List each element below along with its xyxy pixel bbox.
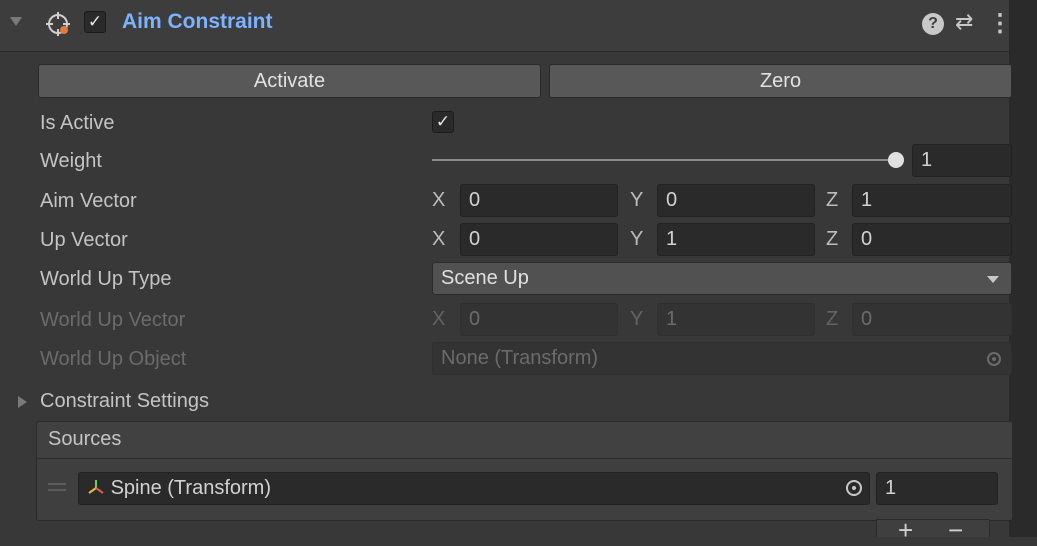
source-object-name: Spine (Transform) — [110, 477, 271, 499]
axis-y-label: Y — [630, 189, 644, 211]
up-vector-z-field[interactable]: 0 — [852, 223, 1012, 256]
weight-slider-track[interactable] — [432, 159, 904, 161]
constraint-settings-foldout[interactable]: Constraint Settings — [40, 390, 209, 413]
drag-handle-icon[interactable] — [48, 483, 66, 491]
axis-z-label: Z — [826, 189, 839, 211]
weight-slider-handle[interactable] — [888, 152, 904, 168]
source-object-field[interactable]: Spine (Transform) — [78, 472, 870, 505]
scrollbar[interactable] — [1009, 0, 1037, 537]
world-up-type-label: World Up Type — [40, 268, 172, 290]
chevron-down-icon — [987, 276, 999, 283]
world-up-vector-z-field: 0 — [852, 303, 1012, 336]
foldout-arrow-icon[interactable] — [18, 396, 27, 408]
world-up-object-label: World Up Object — [40, 348, 187, 370]
axis-x-label: X — [432, 308, 446, 330]
remove-source-button[interactable]: − — [948, 515, 963, 546]
axis-x-label: X — [432, 189, 446, 211]
axis-y-label: Y — [630, 228, 644, 250]
world-up-type-dropdown[interactable]: Scene Up — [432, 262, 1012, 295]
object-picker-icon[interactable] — [846, 480, 862, 496]
activate-button[interactable]: Activate — [38, 64, 541, 98]
transform-icon — [87, 475, 105, 494]
source-weight-field[interactable]: 1 — [876, 472, 998, 505]
world-up-object-field: None (Transform) — [432, 342, 1012, 375]
add-remove-bar — [876, 519, 990, 537]
aim-vector-label: Aim Vector — [40, 190, 137, 212]
aim-vector-x-field[interactable]: 0 — [460, 184, 618, 217]
up-vector-y-field[interactable]: 1 — [657, 223, 815, 256]
is-active-label: Is Active — [40, 112, 115, 134]
zero-button[interactable]: Zero — [549, 64, 1012, 98]
world-up-object-value: None (Transform) — [441, 347, 599, 369]
axis-x-label: X — [432, 228, 446, 250]
sources-header — [36, 421, 1013, 459]
world-up-vector-x-field: 0 — [460, 303, 618, 336]
weight-label: Weight — [40, 150, 102, 172]
aim-constraint-icon — [44, 10, 72, 38]
is-active-checkbox[interactable]: ✓ — [432, 111, 454, 133]
world-up-vector-y-field: 1 — [657, 303, 815, 336]
weight-field[interactable]: 1 — [912, 144, 1012, 177]
axis-z-label: Z — [826, 308, 839, 330]
world-up-type-value: Scene Up — [441, 267, 529, 289]
component-title: Aim Constraint — [122, 10, 273, 33]
presets-icon[interactable]: ⇄ — [955, 9, 973, 35]
world-up-vector-label: World Up Vector — [40, 309, 186, 331]
axis-z-label: Z — [826, 228, 839, 250]
up-vector-x-field[interactable]: 0 — [460, 223, 618, 256]
add-source-button[interactable]: + — [898, 515, 913, 546]
object-picker-icon — [987, 352, 1001, 366]
aim-vector-y-field[interactable]: 0 — [657, 184, 815, 217]
up-vector-label: Up Vector — [40, 229, 128, 251]
help-icon[interactable]: ? — [922, 13, 944, 35]
aim-vector-z-field[interactable]: 1 — [852, 184, 1012, 217]
foldout-arrow-icon[interactable] — [10, 17, 22, 26]
axis-y-label: Y — [630, 308, 644, 330]
enabled-checkbox[interactable]: ✓ — [84, 11, 106, 33]
sources-header-label: Sources — [48, 428, 122, 450]
